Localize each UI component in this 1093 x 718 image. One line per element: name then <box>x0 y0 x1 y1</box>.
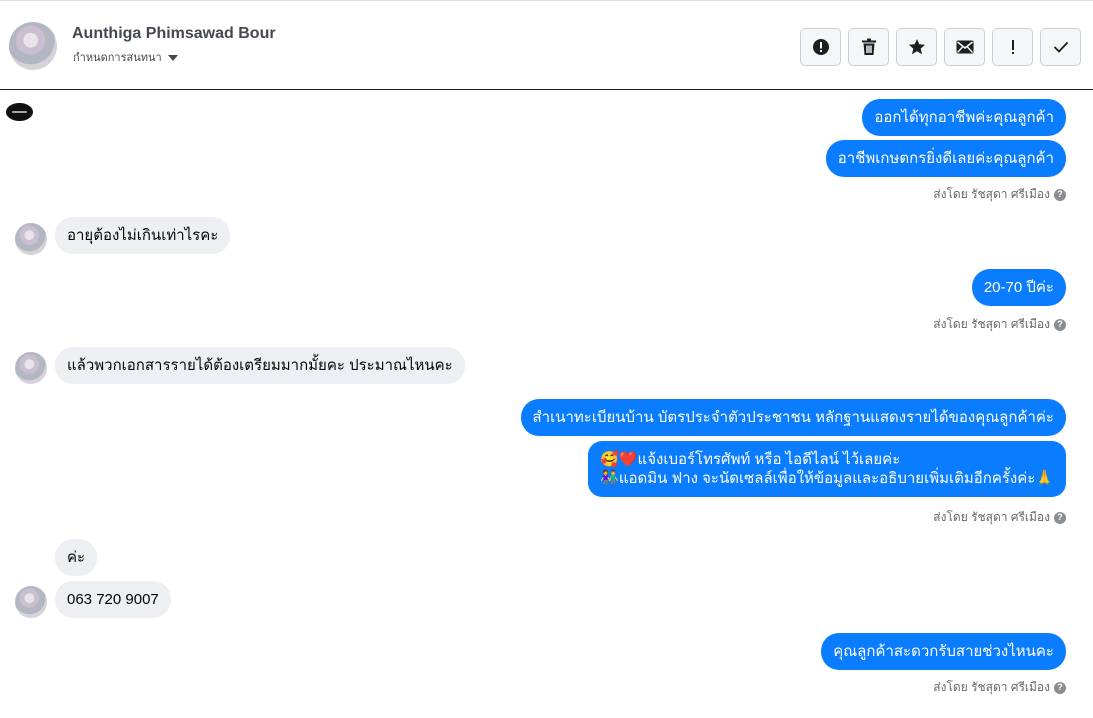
star-icon <box>908 39 925 55</box>
assign-label: กำหนดการสนทนา <box>73 52 162 64</box>
message-line: 👫แอดมิน ฟาง จะนัดเซลล์เพื่อให้ข้อมูลและอ… <box>600 470 1054 487</box>
outgoing-message[interactable]: คุณลูกค้าสะดวกรับสายช่วงไหนคะ <box>821 633 1066 670</box>
conversation-header: Aunthiga Phimsawad Bour กำหนดการสนทนา <box>0 0 1093 90</box>
incoming-message[interactable]: อายุต้องไม่เกินเท่าไรคะ <box>55 217 231 254</box>
question-icon[interactable]: ? <box>1054 681 1066 694</box>
outgoing-message[interactable]: 20-70 ปีค่ะ <box>971 269 1066 306</box>
contact-avatar[interactable] <box>9 22 57 70</box>
contact-avatar-small <box>15 223 47 255</box>
sent-by-text: ส่งโดย รัชสุดา ศรีเมือง <box>933 317 1050 331</box>
outgoing-message[interactable]: สำเนาทะเบียนบ้าน บัตรประจำตัวประชาชน หลั… <box>520 399 1066 436</box>
contact-avatar-small <box>15 586 47 618</box>
assign-conversation-dropdown[interactable]: กำหนดการสนทนา <box>73 48 178 66</box>
sent-by-text: ส่งโดย รัชสุดา ศรีเมือง <box>933 510 1050 524</box>
trash-icon <box>861 38 876 55</box>
exclamation-icon <box>1011 40 1014 54</box>
incoming-message[interactable]: ค่ะ <box>55 539 98 576</box>
outgoing-message[interactable]: ออกได้ทุกอาชีพค่ะคุณลูกค้า <box>862 99 1066 136</box>
message-thread[interactable]: ออกได้ทุกอาชีพค่ะคุณลูกค้า อาชีพเกษตกรยิ… <box>0 91 1093 718</box>
question-icon[interactable]: ? <box>1054 188 1066 201</box>
star-button[interactable] <box>896 28 937 66</box>
question-icon[interactable]: ? <box>1054 511 1066 524</box>
outgoing-message[interactable]: 🥰❤️แจ้งเบอร์โทรศัพท์ หรือ ไอดีไลน์ ไว้เล… <box>588 441 1066 497</box>
mark-unread-button[interactable] <box>944 28 985 66</box>
sent-by-label: ส่งโดย รัชสุดา ศรีเมือง ? <box>933 185 1066 204</box>
sent-by-text: ส่งโดย รัชสุดา ศรีเมือง <box>933 187 1050 201</box>
contact-name[interactable]: Aunthiga Phimsawad Bour <box>72 25 276 43</box>
alert-circle-icon <box>812 39 829 55</box>
question-icon[interactable]: ? <box>1054 318 1066 331</box>
delete-button[interactable] <box>848 28 889 66</box>
mark-done-button[interactable] <box>1040 28 1081 66</box>
contact-avatar-small <box>15 352 47 384</box>
caret-down-icon <box>167 54 178 61</box>
incoming-message[interactable]: แล้วพวกเอกสารรายได้ต้องเตรียมมากมั้ยคะ ป… <box>55 347 465 384</box>
spam-button[interactable] <box>800 28 841 66</box>
sent-by-label: ส่งโดย รัชสุดา ศรีเมือง ? <box>933 508 1066 527</box>
sent-by-text: ส่งโดย รัชสุดา ศรีเมือง <box>933 680 1050 694</box>
page-logo-icon <box>6 103 33 121</box>
check-icon <box>1053 41 1068 53</box>
sent-by-label: ส่งโดย รัชสุดา ศรีเมือง ? <box>933 315 1066 334</box>
envelope-icon <box>956 40 973 54</box>
sent-by-label: ส่งโดย รัชสุดา ศรีเมือง ? <box>933 678 1066 697</box>
important-button[interactable] <box>992 28 1033 66</box>
outgoing-message[interactable]: อาชีพเกษตกรยิ่งดีเลยค่ะคุณลูกค้า <box>825 140 1066 177</box>
message-line: 🥰❤️แจ้งเบอร์โทรศัพท์ หรือ ไอดีไลน์ ไว้เล… <box>600 451 901 468</box>
incoming-message[interactable]: 063 720 9007 <box>55 581 171 618</box>
